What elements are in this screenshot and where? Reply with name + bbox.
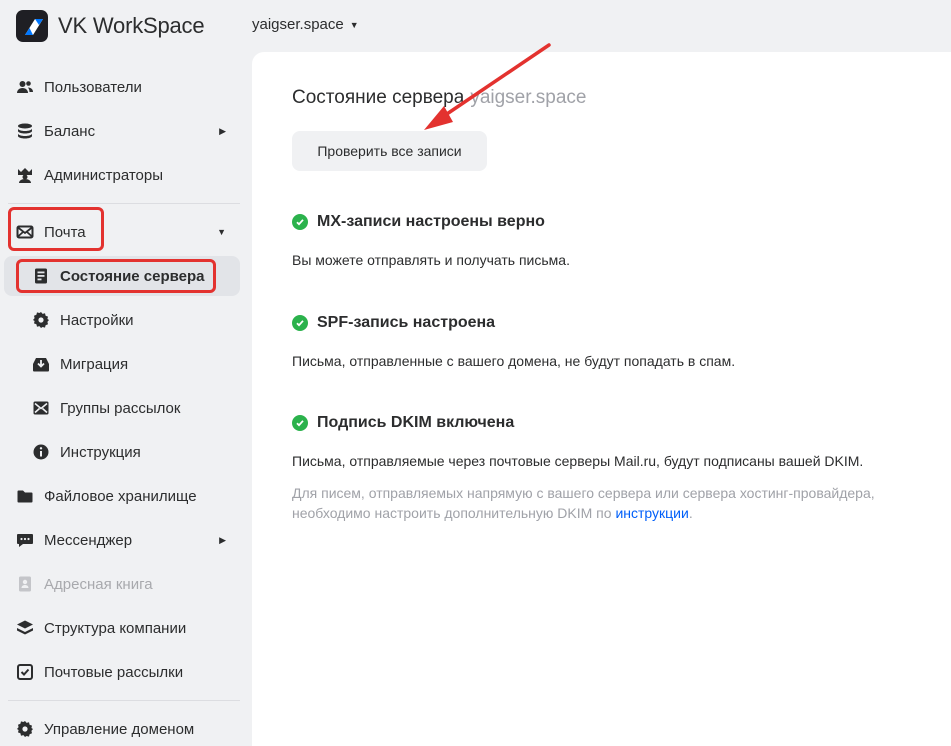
sidebar-item-users[interactable]: Пользователи	[0, 67, 240, 107]
sidebar-item-address-book: Адресная книга	[0, 564, 240, 604]
sidebar-item-label: Структура компании	[44, 619, 187, 637]
sidebar-item-label: Инструкция	[60, 443, 141, 461]
sidebar-item-mailing-groups[interactable]: Группы рассылок	[0, 388, 240, 428]
sidebar-item-label: Файловое хранилище	[44, 487, 197, 505]
folder-icon	[16, 487, 34, 505]
sidebar-item-label: Состояние сервера	[60, 267, 205, 285]
sidebar-item-label: Управление доменом	[44, 720, 195, 738]
mail-icon	[16, 223, 34, 241]
sidebar-item-label: Миграция	[60, 355, 129, 373]
coins-icon	[16, 122, 34, 140]
sidebar-item-label: Группы рассылок	[60, 399, 181, 417]
sidebar-item-label: Настройки	[60, 311, 134, 329]
sidebar-item-messenger[interactable]: Мессенджер ▶	[0, 520, 240, 560]
check-circle-icon	[292, 315, 308, 331]
check-all-records-button[interactable]: Проверить все записи	[292, 131, 487, 171]
chat-icon	[16, 531, 34, 549]
server-status-icon	[32, 267, 50, 285]
status-spf-header: SPF-запись настроена	[292, 314, 735, 332]
sidebar-item-label: Пользователи	[44, 78, 142, 96]
status-dkim-title: Подпись DKIM включена	[317, 414, 515, 431]
sidebar-item-file-storage[interactable]: Файловое хранилище	[0, 476, 240, 516]
sidebar-item-balance[interactable]: Баланс ▶	[0, 111, 240, 151]
info-icon	[32, 443, 50, 461]
status-spf-desc: Письма, отправленные с вашего домена, не…	[292, 353, 736, 369]
main-panel: Состояние сервера yaigser.space Проверить…	[252, 52, 951, 746]
sidebar-item-admins[interactable]: Администраторы	[0, 155, 240, 195]
page-title-text: Состояние сервера	[292, 87, 465, 108]
status-dkim-desc: Письма, отправляемые через почтовые серв…	[292, 453, 864, 469]
status-dkim: Подпись DKIM включена Письма, отправляем…	[292, 414, 932, 523]
checkbox-icon	[16, 663, 34, 681]
sidebar-item-label: Администраторы	[44, 166, 164, 184]
check-circle-icon	[292, 415, 308, 431]
sidebar-item-instructions[interactable]: Инструкция	[0, 432, 240, 472]
status-mx: MX-записи настроены верно Вы можете отпр…	[292, 213, 570, 268]
domain-selector-label: yaigser.space	[252, 16, 344, 33]
page-title: Состояние сервера yaigser.space	[292, 87, 587, 109]
status-spf: SPF-запись настроена Письма, отправленны…	[292, 314, 735, 369]
brand-name: VK WorkSpace	[58, 13, 205, 38]
status-mx-desc: Вы можете отправлять и получать письма.	[292, 252, 570, 268]
sidebar-item-label: Мессенджер	[44, 531, 133, 549]
status-dkim-note-end: .	[688, 505, 693, 521]
sidebar-item-label: Баланс	[44, 122, 96, 140]
sidebar-divider	[8, 700, 240, 701]
sidebar-item-mail-campaigns[interactable]: Почтовые рассылки	[0, 652, 240, 692]
page-title-domain: yaigser.space	[470, 87, 587, 108]
address-book-icon	[16, 575, 34, 593]
status-mx-header: MX-записи настроены верно	[292, 213, 570, 231]
status-dkim-note-text: Для писем, отправляемых напрямую с вашег…	[292, 485, 875, 521]
status-mx-title: MX-записи настроены верно	[317, 213, 545, 230]
sidebar-item-mail[interactable]: Почта ▼	[0, 212, 240, 252]
sidebar-item-domain-management[interactable]: Управление доменом	[0, 709, 240, 746]
chevron-right-icon: ▶	[219, 534, 226, 545]
sidebar-item-label: Адресная книга	[44, 575, 153, 593]
admin-icon	[16, 166, 34, 184]
caret-down-icon: ▼	[349, 19, 359, 30]
sidebar-item-server-status[interactable]: Состояние сервера	[4, 256, 240, 296]
chevron-right-icon: ▶	[219, 125, 226, 136]
sidebar-item-migration[interactable]: Миграция	[0, 344, 240, 384]
top-bar: VK WorkSpace yaigser.space ▼	[0, 0, 951, 52]
mailing-groups-icon	[32, 399, 50, 417]
sidebar-item-label: Почтовые рассылки	[44, 663, 184, 681]
instructions-link[interactable]: инструкции	[615, 505, 688, 521]
status-spf-title: SPF-запись настроена	[317, 314, 496, 331]
sidebar-item-company-structure[interactable]: Структура компании	[0, 608, 240, 648]
vk-workspace-logo[interactable]	[16, 10, 48, 42]
domain-selector[interactable]: yaigser.space ▼	[252, 16, 359, 33]
sidebar-divider	[8, 203, 240, 204]
chevron-down-icon: ▼	[217, 227, 226, 237]
check-circle-icon	[292, 214, 308, 230]
gear-icon	[16, 720, 34, 738]
layers-icon	[16, 619, 34, 637]
users-icon	[16, 78, 34, 96]
sidebar-item-label: Почта	[44, 223, 86, 241]
status-dkim-header: Подпись DKIM включена	[292, 414, 932, 432]
status-dkim-note: Для писем, отправляемых напрямую с вашег…	[292, 483, 932, 523]
sidebar-item-settings[interactable]: Настройки	[0, 300, 240, 340]
gear-icon	[32, 311, 50, 329]
migration-icon	[32, 355, 50, 373]
